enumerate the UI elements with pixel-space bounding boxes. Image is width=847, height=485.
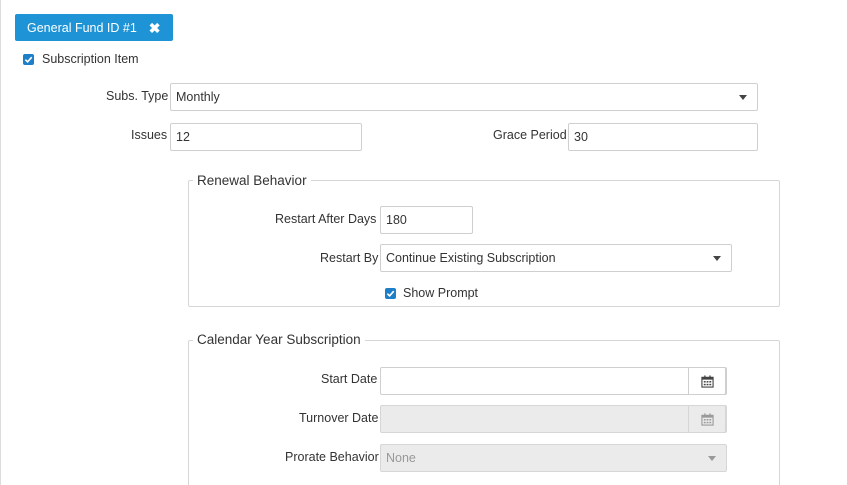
subs-type-label: Subs. Type — [106, 89, 169, 103]
restart-after-days-label: Restart After Days — [275, 212, 377, 226]
subscription-item-row[interactable]: Subscription Item — [23, 52, 139, 66]
restart-by-label: Restart By — [320, 251, 379, 265]
calendar-icon[interactable] — [688, 367, 726, 395]
turnover-date-input — [380, 405, 727, 433]
subs-type-value: Monthly — [176, 90, 220, 104]
turnover-date-label: Turnover Date — [299, 411, 379, 425]
prorate-behavior-select: None — [380, 444, 727, 472]
subscription-item-label: Subscription Item — [42, 52, 139, 66]
grace-period-value: 30 — [574, 130, 588, 144]
prorate-behavior-value: None — [386, 451, 416, 465]
start-date-input[interactable] — [380, 367, 727, 395]
restart-by-select[interactable]: Continue Existing Subscription — [380, 244, 732, 272]
chevron-down-icon[interactable] — [729, 84, 757, 110]
start-date-label: Start Date — [321, 372, 378, 386]
issues-value: 12 — [176, 130, 190, 144]
restart-after-days-input[interactable]: 180 — [380, 206, 473, 234]
close-icon[interactable]: ✖ — [149, 21, 161, 35]
issues-label: Issues — [131, 128, 168, 142]
calendar-year-legend: Calendar Year Subscription — [193, 332, 365, 347]
grace-period-label: Grace Period — [493, 128, 567, 142]
restart-by-value: Continue Existing Subscription — [386, 251, 556, 265]
chevron-down-icon — [698, 445, 726, 471]
subscription-item-checkbox[interactable] — [23, 53, 34, 65]
prorate-behavior-label: Prorate Behavior — [285, 450, 379, 464]
fund-tag-label: General Fund ID #1 — [27, 20, 137, 35]
grace-period-input[interactable]: 30 — [568, 123, 758, 151]
chevron-down-icon[interactable] — [703, 245, 731, 271]
show-prompt-label: Show Prompt — [403, 286, 479, 300]
renewal-behavior-legend: Renewal Behavior — [193, 173, 311, 188]
show-prompt-row[interactable]: Show Prompt — [385, 286, 478, 300]
issues-input[interactable]: 12 — [170, 123, 362, 151]
restart-after-days-value: 180 — [386, 213, 407, 227]
subs-type-select[interactable]: Monthly — [170, 83, 758, 111]
calendar-icon — [688, 405, 726, 433]
show-prompt-checkbox[interactable] — [385, 287, 396, 299]
fund-tag: General Fund ID #1 ✖ — [15, 14, 173, 41]
